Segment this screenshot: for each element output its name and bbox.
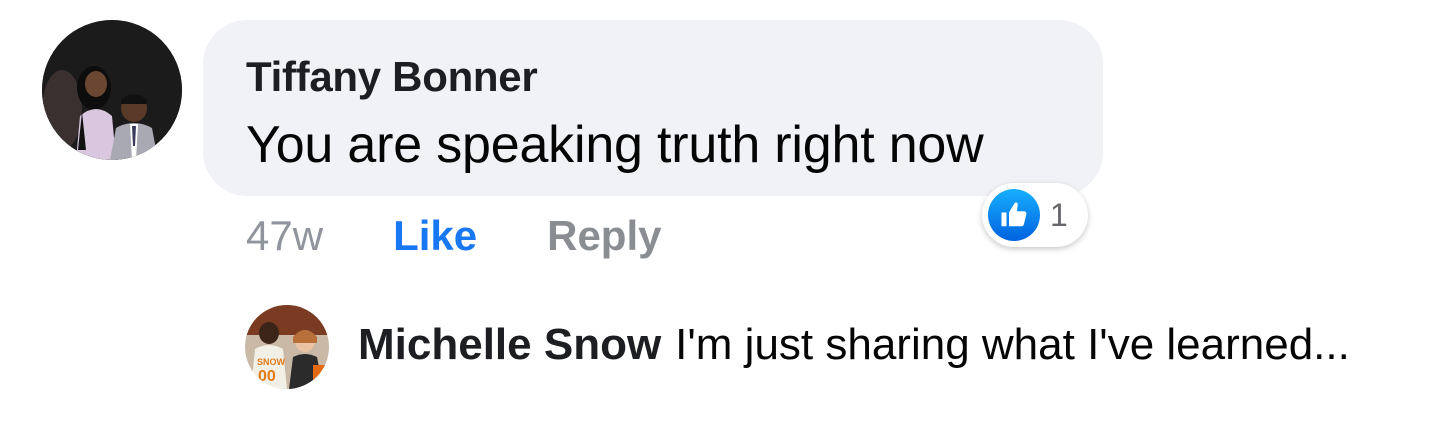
like-button[interactable]: Like <box>393 212 477 260</box>
reply-avatar-photo: SNOW 00 <box>245 305 329 389</box>
comment-timestamp[interactable]: 47w <box>246 212 323 260</box>
comment-author-name[interactable]: Tiffany Bonner <box>246 53 538 101</box>
reaction-summary[interactable]: 1 <box>982 183 1088 247</box>
comment-actions: 47w Like Reply <box>246 208 661 264</box>
reply-avatar[interactable]: SNOW 00 <box>245 305 329 389</box>
reply-author-name[interactable]: Michelle Snow <box>358 320 661 369</box>
comment-thread: Tiffany Bonner You are speaking truth ri… <box>0 0 1440 425</box>
avatar-photo <box>42 20 182 160</box>
reaction-count: 1 <box>1050 196 1068 233</box>
svg-text:SNOW: SNOW <box>257 357 286 367</box>
thumbs-up-icon <box>988 189 1040 241</box>
reply-snippet: I'm just sharing what I've learned... <box>675 320 1350 369</box>
svg-text:00: 00 <box>258 368 276 385</box>
comment-bubble: Tiffany Bonner You are speaking truth ri… <box>203 20 1103 196</box>
avatar[interactable] <box>42 20 182 160</box>
reply-button[interactable]: Reply <box>547 212 661 260</box>
comment-text: You are speaking truth right now <box>246 116 984 174</box>
reply-preview[interactable]: Michelle Snow I'm just sharing what I've … <box>358 320 1350 370</box>
